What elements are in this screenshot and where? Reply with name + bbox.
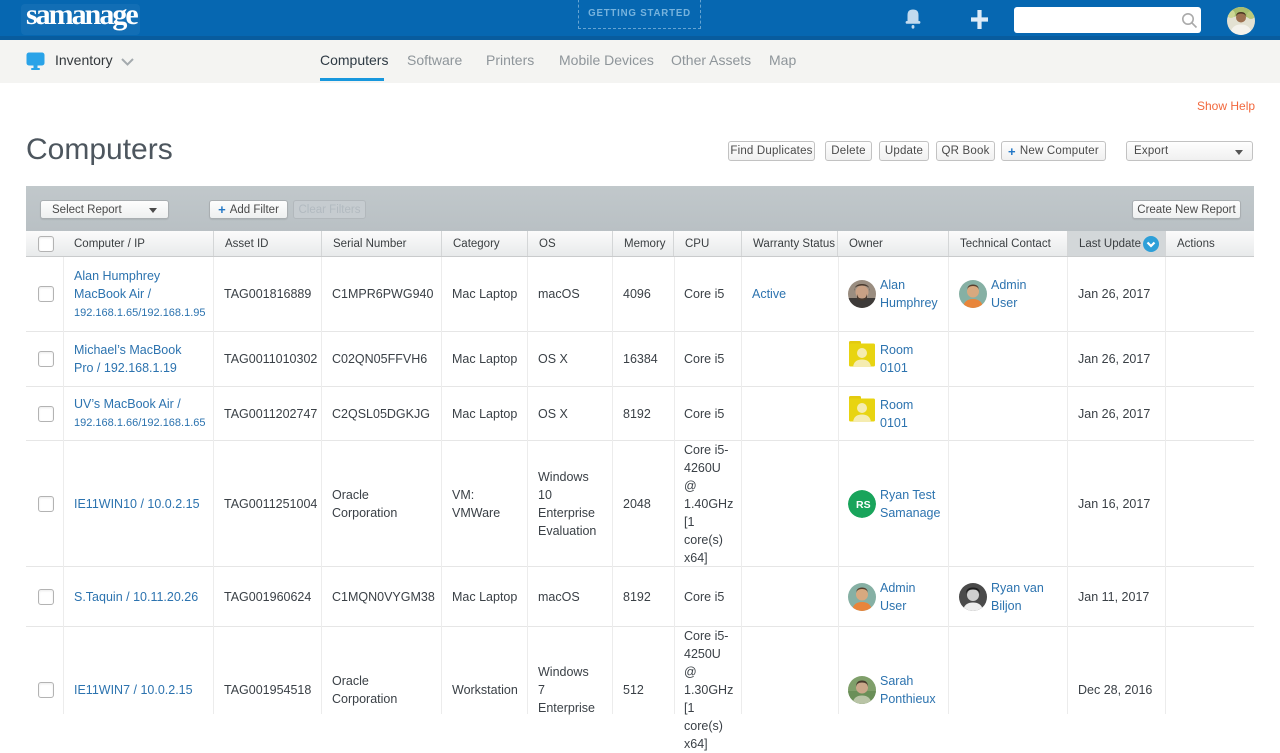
svg-text:RS: RS [856, 499, 871, 511]
